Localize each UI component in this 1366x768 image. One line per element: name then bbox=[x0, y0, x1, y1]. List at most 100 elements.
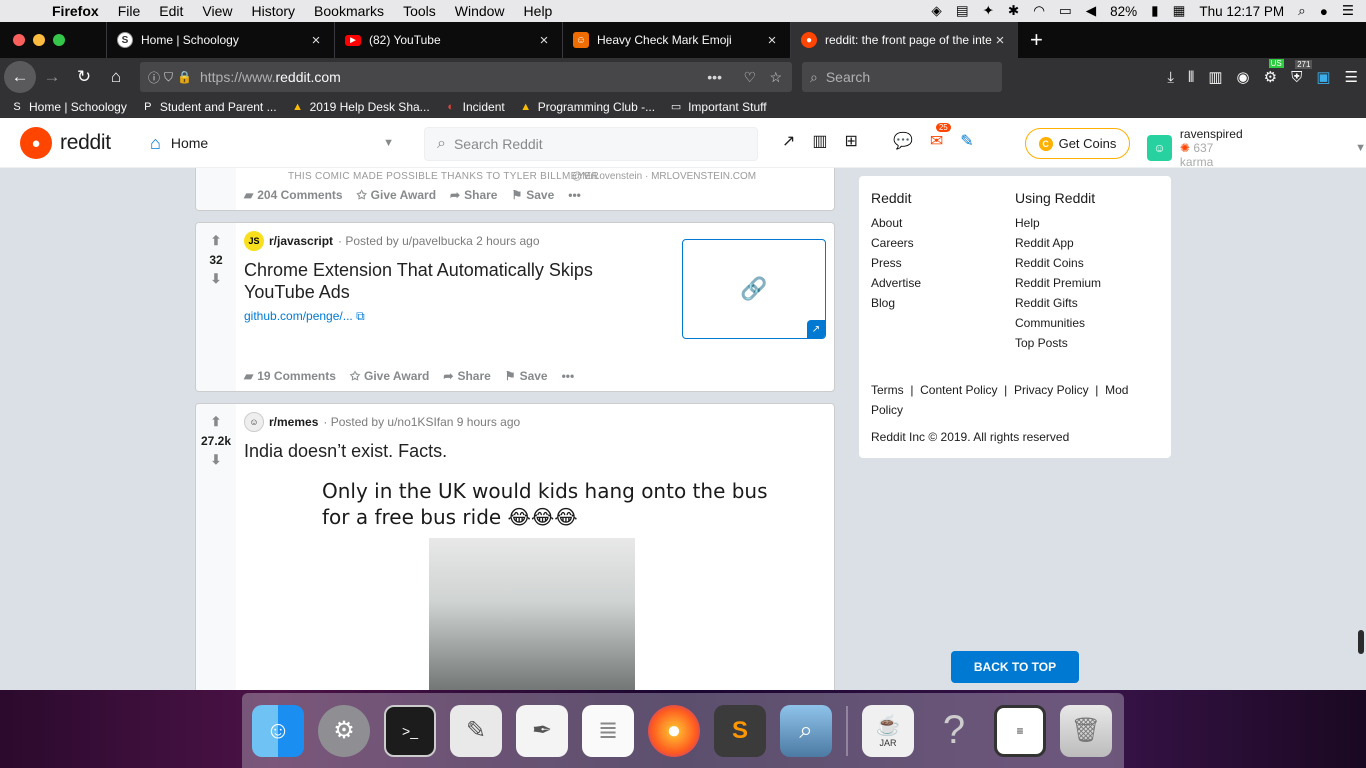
bookmark-item[interactable]: ▲ Programming Club -... bbox=[519, 100, 655, 114]
downvote-icon[interactable]: ⬇ bbox=[211, 271, 222, 289]
preview-icon[interactable]: ⌕ bbox=[780, 704, 832, 757]
sidebar-link[interactable]: Careers bbox=[871, 236, 1011, 256]
site-info-icon[interactable]: ⓘ bbox=[148, 69, 160, 86]
give-award-button[interactable]: ✩ Give Award bbox=[357, 188, 436, 202]
more-options-icon[interactable]: ••• bbox=[562, 369, 575, 383]
bookmark-item[interactable]: ◐ Incident bbox=[444, 100, 504, 114]
web-search-input[interactable]: ⌕ Search bbox=[802, 62, 1002, 92]
mail-icon[interactable]: ✉ 25 bbox=[930, 123, 951, 151]
share-button[interactable]: ➦ Share bbox=[443, 369, 490, 383]
post-title[interactable]: India doesn’t exist. Facts. bbox=[244, 440, 826, 462]
trash-icon[interactable]: 🗑 bbox=[1060, 704, 1112, 757]
evernote-icon[interactable]: ✦ bbox=[983, 3, 994, 19]
menu-history[interactable]: History bbox=[251, 3, 295, 19]
bookmark-star-icon[interactable]: ☆ bbox=[769, 69, 782, 86]
post-card[interactable]: ⬆ 32 ⬇ JS r/javascript · Posted by u/pav… bbox=[195, 222, 835, 392]
post-card[interactable]: THIS COMIC MADE POSSIBLE THANKS TO TYLER… bbox=[195, 168, 835, 211]
post-card[interactable]: ⬆ 27.2k ⬇ ☺ r/memes · Posted by u/no1KSI… bbox=[195, 403, 835, 690]
tab-emojipedia[interactable]: ☺ Heavy Check Mark Emoji × bbox=[562, 22, 790, 58]
sidebar-link[interactable]: Press bbox=[871, 256, 1011, 276]
bookmark-item[interactable]: P Student and Parent ... bbox=[141, 100, 276, 114]
terminal-icon[interactable]: >_ bbox=[384, 704, 436, 757]
firefox-icon[interactable]: ● bbox=[648, 704, 700, 757]
script-editor-icon[interactable]: ✎ bbox=[450, 704, 502, 757]
back-icon[interactable]: ← bbox=[4, 61, 36, 93]
legal-links[interactable]: Terms | Content Policy | Privacy Policy … bbox=[871, 380, 1161, 420]
feed-dropdown[interactable]: ⌂ Home ▼ bbox=[140, 127, 398, 159]
library-icon[interactable]: ⫴ bbox=[1188, 69, 1194, 86]
volume-icon[interactable]: ◀ bbox=[1086, 3, 1096, 19]
post-media[interactable]: Only in the UK would kids hang onto the … bbox=[236, 478, 834, 690]
menu-tools[interactable]: Tools bbox=[403, 3, 436, 19]
upvote-icon[interactable]: ⬆ bbox=[211, 414, 222, 432]
downloads-icon[interactable]: ⤓ bbox=[1167, 69, 1174, 86]
sidebar-link[interactable]: Top Posts bbox=[1015, 336, 1155, 356]
more-options-icon[interactable]: ••• bbox=[568, 188, 581, 202]
sublime-text-icon[interactable]: S bbox=[714, 704, 766, 757]
wifi-icon[interactable]: ◠ bbox=[1033, 3, 1045, 19]
siri-icon[interactable]: ● bbox=[1320, 4, 1328, 19]
reload-icon[interactable]: ↻ bbox=[68, 61, 100, 93]
reddit-logo[interactable]: ● reddit bbox=[20, 127, 111, 159]
save-button[interactable]: ⚑ Save bbox=[505, 369, 548, 383]
battery-percent[interactable]: 82% bbox=[1110, 4, 1137, 19]
drive-icon[interactable]: ▤ bbox=[956, 3, 969, 19]
system-preferences-icon[interactable]: ⚙ bbox=[318, 704, 370, 757]
bluetooth-icon[interactable]: ✱ bbox=[1008, 3, 1019, 19]
close-tab-icon[interactable]: × bbox=[992, 32, 1008, 49]
sidebar-link[interactable]: Reddit Gifts bbox=[1015, 296, 1155, 316]
url-bar[interactable]: ⓘ ⛉ 🔒 https://www. reddit.com ••• ♡ ☆ bbox=[140, 62, 792, 92]
notes-icon[interactable]: ≣ bbox=[582, 704, 634, 757]
new-tab-icon[interactable]: + bbox=[1030, 27, 1043, 53]
tab-reddit[interactable]: ● reddit: the front page of the internet… bbox=[790, 22, 1018, 58]
menu-edit[interactable]: Edit bbox=[159, 3, 183, 19]
minimize-window-icon[interactable] bbox=[33, 34, 45, 46]
share-button[interactable]: ➦ Share bbox=[450, 188, 497, 202]
post-title[interactable]: Chrome Extension That Automatically Skip… bbox=[244, 259, 624, 303]
vpn-extension-icon[interactable]: ⚙ US bbox=[1264, 59, 1284, 86]
zoom-window-icon[interactable] bbox=[53, 34, 65, 46]
tab-youtube[interactable]: ▶ (82) YouTube × bbox=[334, 22, 562, 58]
tab-schoology[interactable]: S Home | Schoology × bbox=[106, 22, 334, 58]
sidebar-link[interactable]: Help bbox=[1015, 216, 1155, 236]
notification-center-icon[interactable]: ☰ bbox=[1342, 3, 1354, 19]
menu-view[interactable]: View bbox=[202, 3, 232, 19]
give-award-button[interactable]: ✩ Give Award bbox=[350, 369, 429, 383]
dropbox-icon[interactable]: ◈ bbox=[931, 3, 941, 19]
menu-help[interactable]: Help bbox=[524, 3, 553, 19]
sidebar-link[interactable]: Reddit Coins bbox=[1015, 256, 1155, 276]
menu-bookmarks[interactable]: Bookmarks bbox=[314, 3, 384, 19]
forward-icon[interactable]: → bbox=[36, 61, 68, 93]
battery-icon[interactable]: ▮ bbox=[1151, 3, 1158, 19]
sidebar-icon[interactable]: ▥ bbox=[1208, 68, 1222, 86]
pocket-extension-icon[interactable]: ▣ bbox=[1316, 68, 1330, 86]
menu-app-name[interactable]: Firefox bbox=[52, 3, 99, 19]
clock[interactable]: Thu 12:17 PM bbox=[1199, 4, 1284, 19]
finder-icon[interactable]: ☺ bbox=[252, 704, 304, 757]
comments-button[interactable]: ▰ 19 Comments bbox=[244, 369, 336, 383]
spotlight-icon[interactable]: ⌕ bbox=[1298, 3, 1306, 19]
reddit-search-input[interactable]: ⌕ Search Reddit bbox=[424, 127, 758, 161]
sidebar-link[interactable]: Reddit Premium bbox=[1015, 276, 1155, 296]
user-dropdown[interactable]: ☺ ravenspired ✺ 637 karma ▼ bbox=[1147, 127, 1366, 169]
popular-icon[interactable]: ↗ bbox=[782, 131, 795, 151]
menu-icon[interactable]: ☰ bbox=[1345, 68, 1358, 86]
close-tab-icon[interactable]: × bbox=[536, 32, 552, 49]
flag-icon[interactable]: ▦ bbox=[1173, 3, 1186, 19]
all-icon[interactable]: ▥ bbox=[812, 131, 827, 151]
posted-by[interactable]: · Posted by u/no1KSIfan 9 hours ago bbox=[323, 415, 520, 429]
rpan-icon[interactable]: ⊞ bbox=[845, 131, 858, 151]
save-button[interactable]: ⚑ Save bbox=[511, 188, 554, 202]
back-to-top-button[interactable]: BACK TO TOP bbox=[951, 651, 1079, 683]
subreddit-link[interactable]: r/memes bbox=[269, 415, 318, 429]
get-coins-button[interactable]: C Get Coins bbox=[1025, 128, 1130, 159]
jar-launcher-icon[interactable]: ☕ JAR bbox=[862, 704, 914, 757]
posted-by[interactable]: · Posted by u/pavelbucka 2 hours ago bbox=[338, 234, 539, 248]
upvote-icon[interactable]: ⬆ bbox=[211, 233, 222, 251]
close-tab-icon[interactable]: × bbox=[764, 32, 780, 49]
menu-window[interactable]: Window bbox=[455, 3, 505, 19]
scrollbar-thumb[interactable] bbox=[1358, 630, 1364, 654]
comments-button[interactable]: ▰ 204 Comments bbox=[244, 188, 343, 202]
downvote-icon[interactable]: ⬇ bbox=[211, 452, 222, 470]
chat-icon[interactable]: 💬 bbox=[893, 131, 913, 151]
